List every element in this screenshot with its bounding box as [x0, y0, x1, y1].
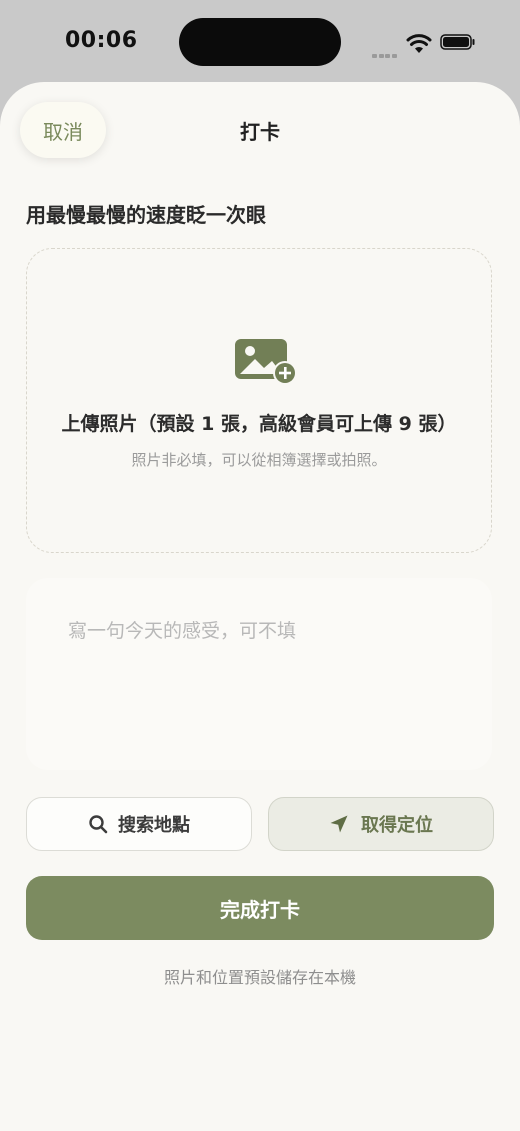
battery-icon — [440, 34, 475, 50]
check-in-sheet: 取消 打卡 用最慢最慢的速度眨一次眼 上傳照片（預設 1 張，高級會員可上傳 9… — [0, 82, 520, 1131]
get-location-label: 取得定位 — [361, 815, 433, 836]
cellular-signal-icon — [372, 43, 398, 62]
search-location-button[interactable]: 搜索地點 — [26, 797, 252, 851]
upload-label: 上傳照片（預設 1 張，高級會員可上傳 9 張） — [61, 413, 457, 435]
image-add-icon — [235, 339, 297, 385]
status-bar: 00:06 — [0, 0, 520, 82]
photo-upload-area[interactable]: 上傳照片（預設 1 張，高級會員可上傳 9 張） 照片非必填，可以從相簿選擇或拍… — [26, 248, 492, 553]
complete-check-in-button[interactable]: 完成打卡 — [26, 876, 494, 940]
location-arrow-icon — [330, 815, 348, 833]
status-time: 00:06 — [65, 28, 138, 53]
storage-note: 照片和位置預設儲存在本機 — [163, 968, 356, 987]
prompt-text: 用最慢最慢的速度眨一次眼 — [26, 203, 266, 227]
upload-hint: 照片非必填，可以從相簿選擇或拍照。 — [131, 451, 387, 469]
note-box — [26, 578, 492, 770]
search-location-label: 搜索地點 — [118, 815, 190, 836]
wifi-icon — [406, 34, 432, 53]
sheet-title: 打卡 — [240, 120, 280, 144]
dynamic-island — [179, 18, 341, 66]
search-icon — [89, 815, 108, 834]
note-input[interactable] — [26, 578, 492, 770]
get-location-button[interactable]: 取得定位 — [268, 797, 494, 851]
